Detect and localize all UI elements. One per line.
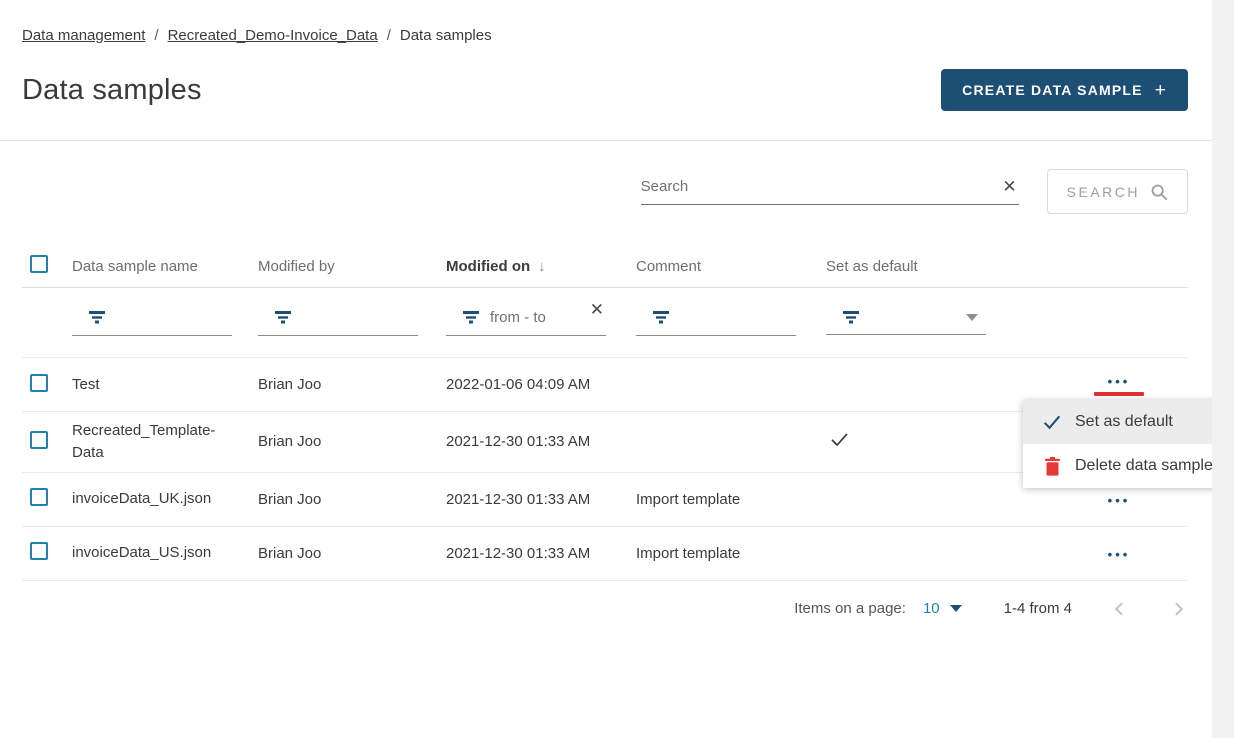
breadcrumb-separator: / [154, 27, 158, 44]
breadcrumb-current: Data samples [400, 27, 492, 44]
next-page-button[interactable] [1168, 599, 1188, 619]
trash-icon [1042, 457, 1062, 476]
breadcrumb-separator: / [387, 27, 391, 44]
cell-modified-on: 2021-12-30 01:33 AM [446, 425, 636, 458]
filter-modified-by-input[interactable] [302, 309, 372, 326]
cell-modified-by: Brian Joo [258, 425, 446, 458]
select-all-checkbox[interactable] [30, 255, 48, 273]
cell-comment: Import template [636, 483, 826, 516]
chevron-down-icon[interactable] [966, 314, 978, 321]
search-button-label: SEARCH [1067, 184, 1140, 200]
search-input[interactable] [641, 178, 1001, 195]
cell-data-sample-name: Test [72, 366, 258, 404]
plus-icon: + [1155, 81, 1167, 100]
check-icon [1042, 413, 1062, 431]
table-header-row: Data sample name Modified by Modified on… [22, 246, 1188, 288]
cell-modified-by: Brian Joo [258, 483, 446, 516]
filter-name-input[interactable] [116, 309, 186, 326]
table-body: Test Brian Joo 2022-01-06 04:09 AM ••• R… [22, 358, 1188, 581]
items-per-page-label: Items on a page: [794, 600, 906, 617]
menu-item-label: Set as default [1075, 413, 1173, 431]
row-checkbox[interactable] [30, 431, 48, 449]
sort-desc-icon: ↓ [538, 258, 546, 275]
cell-modified-on: 2022-01-06 04:09 AM [446, 368, 636, 401]
chevron-down-icon [950, 605, 962, 612]
pagination-range: 1-4 from 4 [1004, 600, 1072, 617]
data-samples-table: Data sample name Modified by Modified on… [22, 246, 1188, 581]
row-checkbox[interactable] [30, 542, 48, 560]
title-row: Data samples CREATE DATA SAMPLE + [22, 69, 1188, 111]
row-menu-button[interactable]: ••• [1108, 546, 1131, 560]
cell-modified-on: 2021-12-30 01:33 AM [446, 483, 636, 516]
table-row: Recreated_Template-Data Brian Joo 2021-1… [22, 412, 1188, 473]
kebab-icon: ••• [1108, 377, 1131, 387]
menu-item-label: Delete data sample [1075, 457, 1213, 475]
cell-comment [636, 434, 826, 450]
filter-icon[interactable] [842, 310, 860, 325]
previous-page-button[interactable] [1110, 599, 1130, 619]
create-button-label: CREATE DATA SAMPLE [962, 82, 1143, 98]
column-header-data-sample-name: Data sample name [72, 258, 258, 275]
menu-item-delete-data-sample[interactable]: Delete data sample [1023, 444, 1230, 488]
search-field: ✕ [641, 178, 1019, 205]
filter-comment [636, 309, 796, 336]
table-row: invoiceData_UK.json Brian Joo 2021-12-30… [22, 473, 1188, 527]
row-menu-button[interactable]: ••• [1108, 492, 1131, 506]
filter-data-sample-name [72, 309, 232, 336]
filter-icon[interactable] [88, 310, 106, 325]
column-header-modified-on[interactable]: Modified on↓ [446, 258, 636, 275]
filter-set-as-default [826, 310, 986, 335]
cell-data-sample-name: invoiceData_US.json [72, 534, 258, 572]
column-header-comment: Comment [636, 258, 826, 275]
filter-modified-by [258, 309, 418, 336]
filter-modified-on: ✕ [446, 309, 606, 336]
filter-icon[interactable] [274, 310, 292, 325]
page-size-select[interactable]: 10 [923, 600, 962, 617]
cell-comment: Import template [636, 537, 826, 570]
breadcrumb: Data management / Recreated_Demo-Invoice_D… [22, 0, 1188, 44]
cell-comment [636, 377, 826, 393]
header-divider [0, 140, 1234, 141]
row-menu-button[interactable]: ••• [1094, 373, 1144, 396]
table-row: Test Brian Joo 2022-01-06 04:09 AM ••• [22, 358, 1188, 412]
column-header-set-as-default: Set as default [826, 258, 1016, 275]
row-context-menu: Set as default Delete data sample [1023, 400, 1230, 488]
create-data-sample-button[interactable]: CREATE DATA SAMPLE + [941, 69, 1188, 111]
page-title: Data samples [22, 74, 202, 107]
kebab-icon: ••• [1108, 496, 1131, 506]
default-check-icon [830, 432, 849, 447]
table-row: invoiceData_US.json Brian Joo 2021-12-30… [22, 527, 1188, 581]
cell-modified-on: 2021-12-30 01:33 AM [446, 537, 636, 570]
row-checkbox[interactable] [30, 374, 48, 392]
filter-icon[interactable] [462, 310, 480, 325]
page-size-value: 10 [923, 600, 940, 617]
row-checkbox[interactable] [30, 488, 48, 506]
filter-comment-input[interactable] [680, 309, 750, 326]
search-icon [1150, 183, 1168, 201]
search-clear-icon[interactable]: ✕ [1000, 178, 1018, 195]
search-button[interactable]: SEARCH [1047, 169, 1188, 214]
table-filter-row: ✕ [22, 288, 1188, 358]
cell-data-sample-name: invoiceData_UK.json [72, 480, 258, 518]
column-header-modified-by: Modified by [258, 258, 446, 275]
filter-icon[interactable] [652, 310, 670, 325]
menu-item-set-as-default[interactable]: Set as default [1023, 400, 1230, 444]
cell-modified-by: Brian Joo [258, 368, 446, 401]
filter-clear-icon[interactable]: ✕ [588, 301, 606, 318]
kebab-icon: ••• [1108, 550, 1131, 560]
filter-date-range-input[interactable] [490, 309, 560, 326]
cell-modified-by: Brian Joo [258, 537, 446, 570]
page-container: Data management / Recreated_Demo-Invoice_D… [0, 0, 1234, 619]
scrollbar-track[interactable] [1212, 0, 1234, 738]
breadcrumb-link-data-management[interactable]: Data management [22, 27, 145, 44]
search-row: ✕ SEARCH [22, 169, 1188, 214]
pagination: Items on a page: 10 1-4 from 4 [22, 599, 1188, 619]
cell-data-sample-name: Recreated_Template-Data [72, 412, 258, 472]
breadcrumb-link-project[interactable]: Recreated_Demo-Invoice_Data [168, 27, 378, 44]
